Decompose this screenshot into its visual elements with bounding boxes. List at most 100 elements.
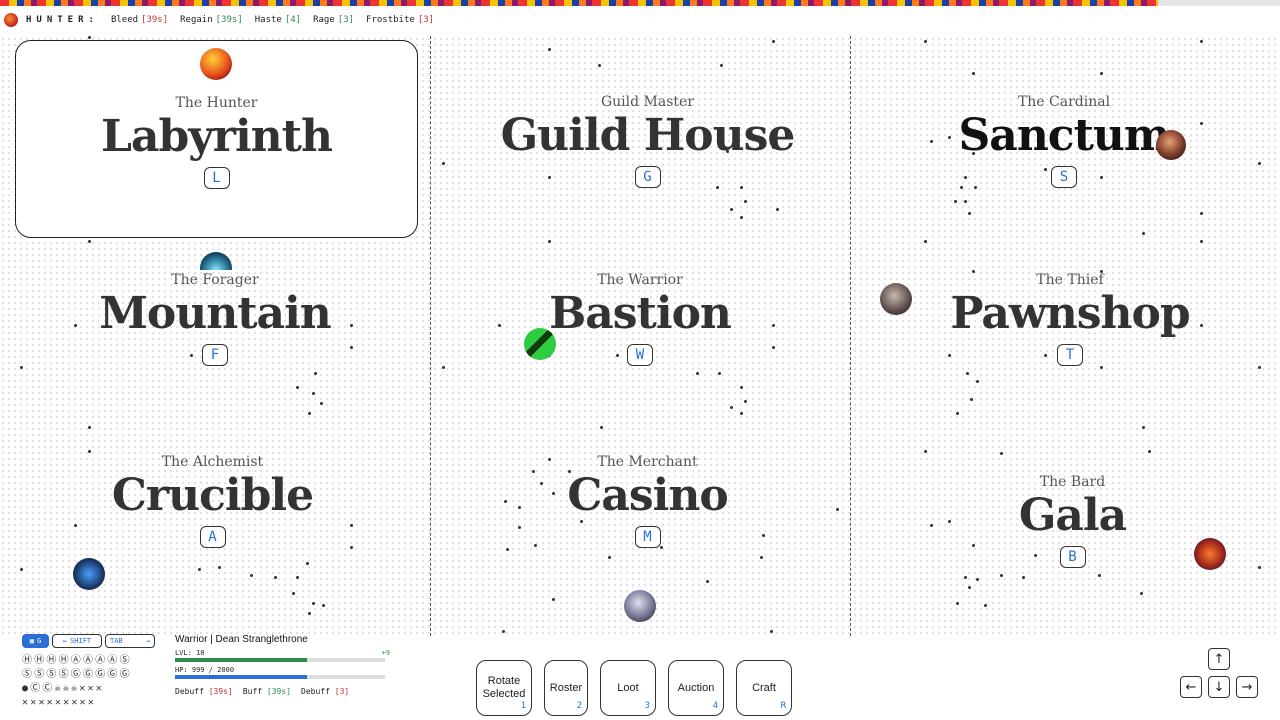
arrow-down-button[interactable]: ↓ xyxy=(1208,676,1230,698)
trail-dot xyxy=(966,372,969,375)
status-bar: HUNTER: Bleed [39s] Regain [39s] Haste [4] … xyxy=(4,12,434,28)
trail-dot xyxy=(600,426,603,429)
level-gain: +9 xyxy=(381,649,390,657)
trail-dot xyxy=(1200,240,1203,243)
cardinal-token-icon[interactable] xyxy=(1156,130,1186,160)
action-label: Loot xyxy=(617,681,639,694)
buff-value: [39s] xyxy=(208,687,233,696)
trail-dot xyxy=(968,212,971,215)
craft-button[interactable]: Craft R xyxy=(736,660,792,716)
location-owner: The Hunter xyxy=(175,95,258,111)
trail-dot xyxy=(322,604,325,607)
action-bar: Rotate Selected 1 Roster 2 Loot 3 Auction 4 … xyxy=(476,660,792,716)
auction-button[interactable]: Auction 4 xyxy=(668,660,724,716)
trail-dot xyxy=(956,602,959,605)
location-hotkey: F xyxy=(202,344,228,366)
glyph-row: ⒽⒽⒽⒽⒶⒶⒶⒶⓈ xyxy=(22,655,132,666)
effect-value: [3] xyxy=(417,15,435,25)
trail-dot xyxy=(706,580,709,583)
location-owner: The Alchemist xyxy=(161,454,264,470)
location-name: Bastion xyxy=(549,288,732,339)
location-name: Mountain xyxy=(99,288,332,339)
location-name: Casino xyxy=(567,470,728,521)
arrow-down-icon: ↓ xyxy=(1213,679,1225,695)
buff-value: [39s] xyxy=(266,687,292,696)
roster-button[interactable]: Roster 2 xyxy=(544,660,588,716)
grid-view-button[interactable]: ▦ G xyxy=(22,634,49,648)
trail-dot xyxy=(696,372,699,375)
location-mountain[interactable]: The Forager Mountain F xyxy=(15,272,415,366)
trail-dot xyxy=(924,40,927,43)
location-name: Crucible xyxy=(111,470,314,521)
glyph-row: ⓈⓈⓈⓈⒼⒼⒼⒼⒼ xyxy=(22,669,132,680)
warrior-token-icon[interactable] xyxy=(524,328,556,360)
location-owner: The Cardinal xyxy=(1017,94,1111,110)
location-pawnshop[interactable]: The Thief Pawnshop T xyxy=(865,272,1275,366)
hunter-token-icon[interactable] xyxy=(200,48,232,80)
hp-max: / 2000 xyxy=(208,666,235,674)
trail-dot xyxy=(1200,212,1203,215)
trail-dot xyxy=(972,72,975,75)
action-label: Rotate Selected xyxy=(482,675,526,700)
trail-dot xyxy=(1142,426,1145,429)
trail-dot xyxy=(1100,366,1103,369)
hud-buttons: ▦ G ← SHIFT TAB → xyxy=(22,634,162,648)
effect-frostbite: Frostbite [3] xyxy=(366,15,434,25)
effect-name: Frostbite xyxy=(366,15,415,25)
hp-bar-fill xyxy=(175,675,308,679)
location-hotkey: A xyxy=(199,526,226,548)
arrow-left-icon: ← xyxy=(62,637,68,645)
level-label: LVL: xyxy=(175,649,192,657)
top-color-strip xyxy=(0,0,1158,6)
loot-button[interactable]: Loot 3 xyxy=(600,660,656,716)
trail-dot xyxy=(740,216,743,219)
rotate-selected-button[interactable]: Rotate Selected 1 xyxy=(476,660,532,716)
thief-token-icon[interactable] xyxy=(880,283,912,315)
location-guild-house[interactable]: Guild Master Guild House G xyxy=(440,94,855,188)
arrow-right-icon: → xyxy=(145,637,150,645)
trail-dot xyxy=(548,48,551,51)
trail-dot xyxy=(296,386,299,389)
location-owner: The Merchant xyxy=(597,454,698,470)
location-casino[interactable]: The Merchant Casino M xyxy=(440,454,855,548)
alchemist-token-icon[interactable] xyxy=(73,558,105,590)
level-value: 10 xyxy=(196,649,205,657)
tab-button[interactable]: TAB → xyxy=(105,634,155,648)
inventory-glyphs: ⒽⒽⒽⒽⒶⒶⒶⒶⓈ ⓈⓈⓈⓈⒼⒼⒼⒼⒼ ●ⒸⒸ☠☠☠✕✕✕ ✕✕✕✕✕✕✕✕✕ xyxy=(22,654,162,710)
location-bastion[interactable]: The Warrior Bastion W xyxy=(440,272,840,366)
tab-label: TAB xyxy=(110,637,123,645)
trail-dot xyxy=(1000,574,1003,577)
effect-name: Regain xyxy=(180,15,213,25)
trail-dot xyxy=(1022,576,1025,579)
location-hotkey: T xyxy=(1057,344,1083,366)
effect-value: [39s] xyxy=(141,15,169,25)
trail-dot xyxy=(20,366,23,369)
hp-value: 999 xyxy=(191,666,205,674)
buff-item: Debuff [3] xyxy=(301,687,349,696)
trail-dot xyxy=(308,612,311,615)
arrow-up-button[interactable]: ↑ xyxy=(1208,648,1230,670)
action-label: Auction xyxy=(677,681,715,694)
location-hotkey: W xyxy=(627,344,653,366)
arrow-left-button[interactable]: ← xyxy=(1180,676,1202,698)
merchant-token-icon[interactable] xyxy=(624,590,656,622)
trail-dot xyxy=(198,568,201,571)
bard-token-icon[interactable] xyxy=(1194,538,1226,570)
trail-dot xyxy=(730,208,733,211)
location-name: Gala xyxy=(1018,490,1127,541)
trail-dot xyxy=(598,64,601,67)
location-owner: The Forager xyxy=(171,272,259,288)
shift-button[interactable]: ← SHIFT xyxy=(52,634,102,648)
trail-dot xyxy=(608,556,611,559)
game-title: HUNTER: xyxy=(26,15,99,25)
buff-item: Buff [39s] xyxy=(243,687,291,696)
trail-dot xyxy=(88,450,91,453)
trail-dot xyxy=(1200,40,1203,43)
trail-dot xyxy=(1000,452,1003,455)
trail-dot xyxy=(502,630,505,633)
effect-haste: Haste [4] xyxy=(255,15,301,25)
arrow-right-button[interactable]: → xyxy=(1236,676,1258,698)
location-sanctum[interactable]: The Cardinal Sanctum S xyxy=(860,94,1268,188)
effect-value: [4] xyxy=(284,15,302,25)
location-crucible[interactable]: The Alchemist Crucible A xyxy=(15,454,410,548)
